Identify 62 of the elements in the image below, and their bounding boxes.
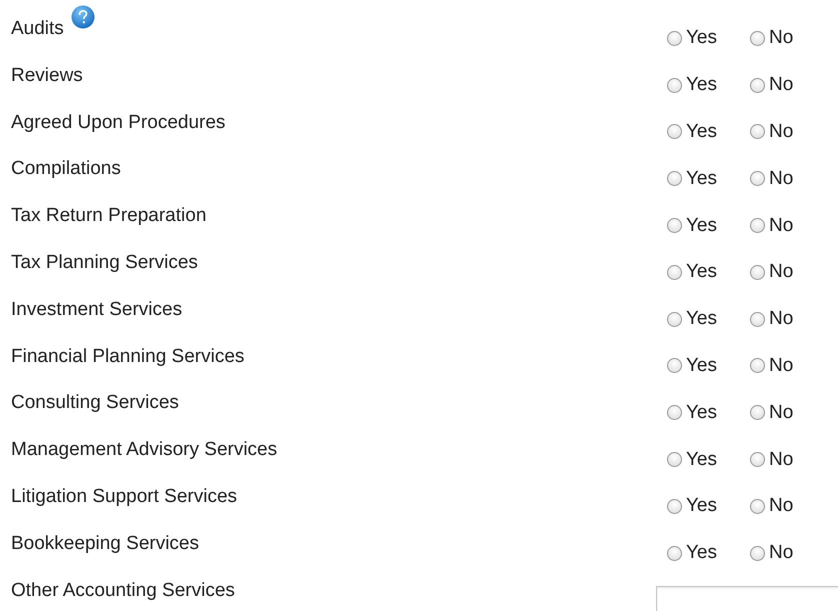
radio-option[interactable]: No <box>750 441 819 478</box>
radio-option[interactable]: No <box>750 207 819 244</box>
radio-option[interactable]: No <box>750 348 819 384</box>
radio-button[interactable] <box>750 171 765 186</box>
radio-option[interactable]: Yes <box>667 20 736 57</box>
radio-button[interactable] <box>667 498 682 514</box>
radio-button[interactable] <box>750 358 765 374</box>
radio-button[interactable] <box>667 78 682 93</box>
radio-button[interactable] <box>750 452 765 468</box>
field-label: Management Advisory Services <box>11 438 278 462</box>
radio-button[interactable] <box>750 124 765 140</box>
radio-button[interactable] <box>667 452 682 468</box>
radio-option[interactable]: Yes <box>667 348 736 384</box>
field-label: Tax Planning Services <box>11 250 198 275</box>
radio-button[interactable] <box>750 546 765 561</box>
radio-option[interactable]: Yes <box>667 441 736 478</box>
radio-option[interactable]: No <box>750 300 819 338</box>
radio-option[interactable]: Yes <box>667 160 736 198</box>
radio-button[interactable] <box>750 264 765 280</box>
radio-option[interactable]: No <box>750 394 819 432</box>
radio-button[interactable] <box>667 124 682 140</box>
field-label: Consulting Services <box>11 391 179 416</box>
radio-button[interactable] <box>750 498 765 514</box>
radio-button[interactable] <box>667 405 682 420</box>
radio-option[interactable]: No <box>750 488 819 525</box>
field-label: Reviews <box>11 64 83 88</box>
radio-option[interactable]: Yes <box>667 488 736 525</box>
field-label: Investment Services <box>11 298 182 322</box>
field-label: Tax Return Preparation <box>11 204 206 228</box>
field-label: Financial Planning Services <box>11 344 244 369</box>
field-label: Litigation Support Services <box>11 484 238 509</box>
radio-option[interactable]: No <box>750 254 819 291</box>
radio-option[interactable]: Yes <box>667 534 736 572</box>
radio-option[interactable]: No <box>750 160 819 198</box>
radio-button[interactable] <box>750 405 765 420</box>
radio-option[interactable]: Yes <box>667 114 736 150</box>
radio-option[interactable]: Yes <box>667 254 736 291</box>
field-label: Other Accounting Services <box>11 578 235 603</box>
radio-option[interactable]: Yes <box>667 66 736 104</box>
radio-option[interactable]: No <box>750 534 819 572</box>
field-label: Agreed Upon Procedures <box>11 110 226 135</box>
radio-option[interactable]: No <box>750 20 819 57</box>
radio-button[interactable] <box>667 358 682 374</box>
field-label: Compilations <box>11 157 121 182</box>
radio-button[interactable] <box>667 30 682 46</box>
radio-button[interactable] <box>667 546 682 561</box>
radio-button[interactable] <box>750 312 765 327</box>
radio-option[interactable]: Yes <box>667 394 736 432</box>
radio-option[interactable]: No <box>750 66 819 104</box>
radio-option[interactable]: Yes <box>667 207 736 244</box>
radio-button[interactable] <box>667 312 682 327</box>
radio-button[interactable] <box>667 218 682 234</box>
field-label: Audits <box>11 17 64 41</box>
radio-button[interactable] <box>750 30 765 46</box>
radio-button[interactable] <box>667 171 682 186</box>
radio-button[interactable] <box>750 218 765 234</box>
radio-button[interactable] <box>667 264 682 280</box>
radio-option[interactable]: No <box>750 114 819 150</box>
radio-option[interactable]: Yes <box>667 300 736 338</box>
field-label: Bookkeeping Services <box>11 532 199 556</box>
help-icon[interactable] <box>70 5 95 29</box>
radio-button[interactable] <box>750 78 765 93</box>
